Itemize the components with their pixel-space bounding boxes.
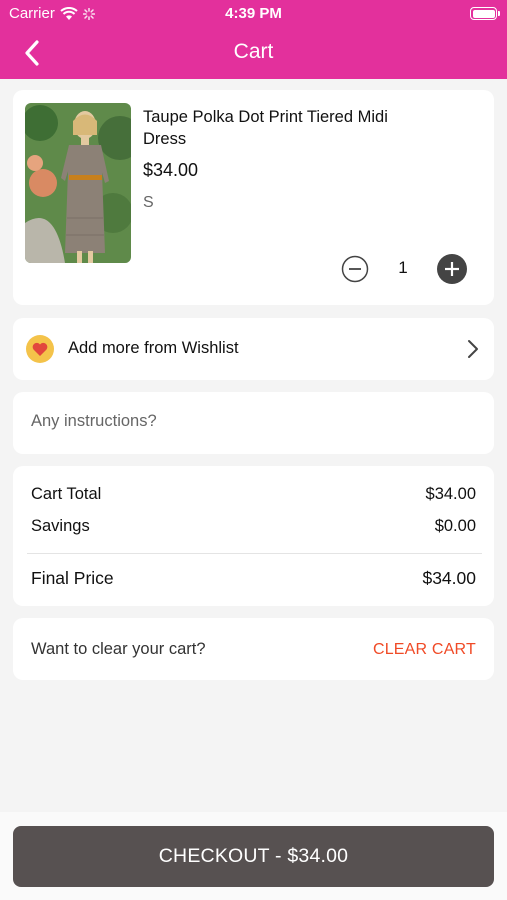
product-name[interactable]: Taupe Polka Dot Print Tiered Midi Dress: [143, 106, 433, 150]
price-summary-card: Cart Total $34.00 Savings $0.00 Final Pr…: [13, 466, 494, 606]
checkout-button[interactable]: CHECKOUT - $34.00: [13, 826, 494, 887]
chevron-right-icon: [468, 340, 478, 358]
wishlist-label: Add more from Wishlist: [68, 339, 239, 357]
cart-total-row: Cart Total $34.00: [31, 485, 476, 504]
quantity-plus-icon[interactable]: [436, 253, 468, 285]
page-title: Cart: [233, 40, 274, 63]
final-price-label: Final Price: [31, 568, 114, 588]
divider: [27, 553, 482, 554]
battery-icon: [470, 7, 500, 20]
navigation-bar: Cart: [0, 28, 507, 79]
product-price: $34.00: [143, 160, 199, 180]
product-size: S: [143, 194, 154, 211]
savings-label: Savings: [31, 517, 90, 535]
instructions-input[interactable]: [31, 412, 471, 431]
savings-row: Savings $0.00: [31, 517, 476, 536]
final-price-row: Final Price $34.00: [31, 568, 476, 589]
wishlist-row[interactable]: Add more from Wishlist: [13, 318, 494, 380]
final-price-value: $34.00: [422, 568, 476, 588]
status-bar: Carrier 4:39 PM: [0, 0, 507, 28]
quantity-value: 1: [398, 258, 408, 277]
quantity-minus-icon[interactable]: [341, 255, 369, 283]
status-time: 4:39 PM: [225, 5, 282, 22]
instructions-card: [13, 392, 494, 454]
cart-total-label: Cart Total: [31, 485, 102, 503]
cart-item-card: Taupe Polka Dot Print Tiered Midi Dress …: [13, 90, 494, 305]
clear-cart-card: Want to clear your cart? CLEAR CART: [13, 618, 494, 680]
savings-value: $0.00: [434, 517, 476, 535]
clear-cart-prompt: Want to clear your cart?: [31, 640, 206, 658]
checkout-bar: CHECKOUT - $34.00: [0, 812, 507, 900]
cart-total-value: $34.00: [425, 485, 476, 503]
product-image[interactable]: [25, 103, 131, 263]
clear-cart-button[interactable]: CLEAR CART: [373, 641, 476, 659]
heart-icon: [26, 335, 54, 363]
